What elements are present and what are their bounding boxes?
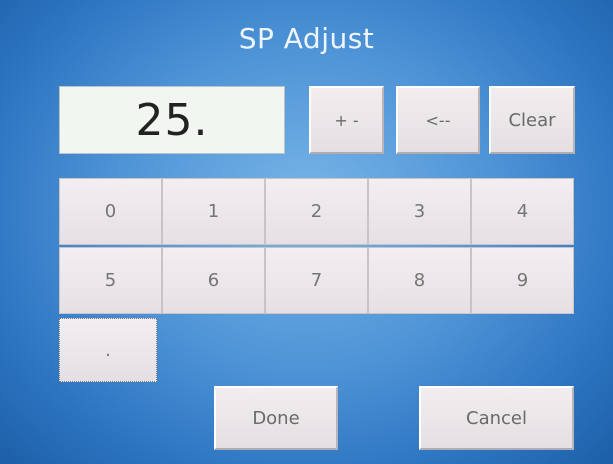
key-label: 0 [104, 201, 117, 222]
key-4[interactable]: 4 [471, 178, 574, 245]
key-label: 9 [516, 270, 529, 291]
key-8[interactable]: 8 [368, 247, 471, 314]
key-label: 4 [516, 201, 529, 222]
key-3[interactable]: 3 [368, 178, 471, 245]
decimal-point-key[interactable]: . [59, 318, 157, 382]
key-label: 7 [310, 270, 323, 291]
value-display: 25. [59, 86, 285, 154]
sign-toggle-button[interactable]: + - [309, 86, 384, 154]
keypad: 0 1 2 3 4 5 6 7 8 9 [59, 178, 575, 314]
key-label: 8 [413, 270, 426, 291]
backspace-button[interactable]: <-- [396, 86, 480, 154]
done-button[interactable]: Done [214, 386, 338, 450]
key-label: 6 [207, 270, 220, 291]
key-label: 5 [104, 270, 117, 291]
key-label: 2 [310, 201, 323, 222]
key-0[interactable]: 0 [59, 178, 162, 245]
clear-button[interactable]: Clear [489, 86, 575, 154]
key-2[interactable]: 2 [265, 178, 368, 245]
key-5[interactable]: 5 [59, 247, 162, 314]
sign-toggle-label: + - [334, 110, 359, 130]
key-6[interactable]: 6 [162, 247, 265, 314]
key-9[interactable]: 9 [471, 247, 574, 314]
value-display-text: 25. [135, 94, 209, 146]
page-title: SP Adjust [238, 22, 375, 55]
key-1[interactable]: 1 [162, 178, 265, 245]
key-label: 1 [207, 201, 220, 222]
key-label: 3 [413, 201, 426, 222]
backspace-label: <-- [425, 110, 451, 130]
key-7[interactable]: 7 [265, 247, 368, 314]
clear-label: Clear [508, 109, 556, 131]
cancel-button[interactable]: Cancel [419, 386, 574, 450]
cancel-label: Cancel [466, 407, 527, 429]
key-label: . [105, 339, 111, 361]
numeric-entry-screen: SP Adjust 25. + - <-- Clear 0 1 2 3 4 5 … [0, 0, 613, 464]
done-label: Done [252, 407, 300, 429]
